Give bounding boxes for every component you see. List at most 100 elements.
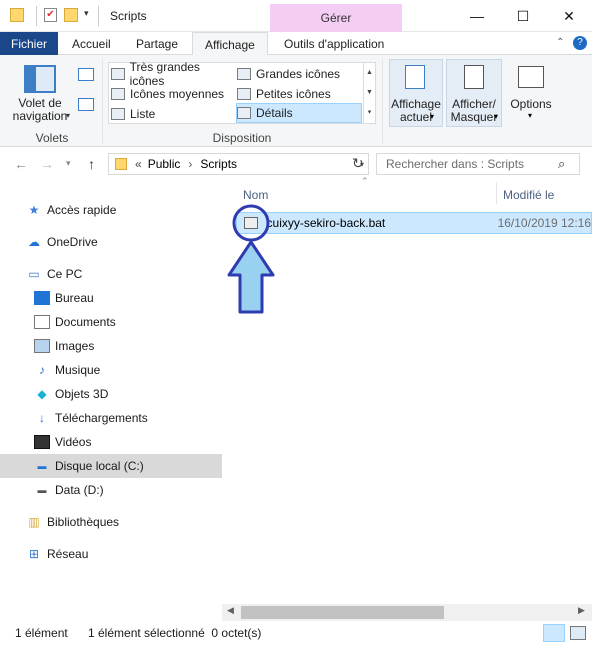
breadcrumb-scripts[interactable]: Scripts — [200, 157, 237, 171]
chevron-down-icon: ▾ — [528, 111, 533, 120]
images-icon — [34, 339, 50, 353]
sidebar-item-onedrive[interactable]: ☁ OneDrive — [0, 230, 222, 254]
cube-icon: ◆ — [37, 387, 47, 401]
folder-icon — [10, 8, 24, 22]
download-icon: ↓ — [39, 411, 45, 425]
table-row[interactable]: cuixyy-sekiro-back.bat 16/10/2019 12:16 — [236, 212, 592, 234]
star-icon: ★ — [28, 203, 40, 217]
ribbon: Volet de navigation ▾ Volets Très grande… — [0, 55, 592, 147]
file-name: cuixyy-sekiro-back.bat — [266, 216, 386, 230]
folder-icon — [115, 158, 127, 170]
sidebar-item-3d-objects[interactable]: ◆ Objets 3D — [0, 382, 222, 406]
close-button[interactable]: ✕ — [546, 0, 592, 32]
cloud-icon: ☁ — [28, 235, 40, 249]
new-folder-icon[interactable] — [64, 8, 78, 22]
maximize-button[interactable]: ☐ — [500, 0, 546, 32]
collapse-ribbon-icon[interactable]: ⌃ — [556, 37, 564, 48]
ribbon-tabs: Fichier Accueil Partage Affichage Outils… — [0, 32, 592, 56]
scrollbar-thumb[interactable] — [241, 606, 444, 619]
sidebar-item-this-pc[interactable]: ▭ Ce PC — [0, 262, 222, 286]
sidebar-item-network[interactable]: ⊞ Réseau — [0, 542, 222, 566]
layout-large-icons[interactable]: Grandes icônes — [237, 64, 361, 84]
details-view-icon[interactable] — [543, 624, 565, 642]
file-modified: 16/10/2019 12:16 — [497, 216, 591, 230]
recent-locations-icon[interactable]: ▾ — [66, 158, 71, 169]
sidebar-item-local-disk-c[interactable]: ▬ Disque local (C:) — [0, 454, 222, 478]
chevron-down-icon: ▾ — [430, 112, 435, 121]
music-icon: ♪ — [39, 363, 45, 377]
sidebar-item-bureau[interactable]: Bureau — [0, 286, 222, 310]
sidebar-item-data-d[interactable]: ▬ Data (D:) — [0, 478, 222, 502]
computer-icon: ▭ — [28, 267, 40, 281]
breadcrumb-overflow[interactable]: « — [135, 157, 142, 171]
panes-group-label: Volets — [35, 131, 69, 145]
layout-list[interactable]: Liste — [111, 104, 235, 124]
column-header-modified[interactable]: Modifié le — [503, 188, 554, 202]
layout-medium-icons[interactable]: Icônes moyennes — [111, 84, 235, 104]
tab-accueil[interactable]: Accueil — [60, 32, 123, 55]
back-icon[interactable]: ← — [14, 156, 28, 172]
tab-affichage[interactable]: Affichage — [192, 32, 268, 56]
navigation-pane: ★ Accès rapide ☁ OneDrive ▭ Ce PC Bureau Do… — [0, 182, 222, 622]
layout-group-label: Disposition — [212, 131, 272, 145]
sidebar-item-images[interactable]: Images — [0, 334, 222, 358]
divider — [36, 6, 37, 26]
selection-status: 1 élément sélectionné 0 octet(s) — [88, 626, 262, 640]
large-icons-view-icon[interactable] — [570, 626, 586, 640]
sidebar-item-libraries[interactable]: ▥ Bibliothèques — [0, 510, 222, 534]
help-icon[interactable]: ? — [573, 36, 587, 50]
search-icon[interactable]: ⌕ — [558, 156, 565, 172]
tab-outils-application[interactable]: Outils d'application — [272, 32, 396, 55]
preview-pane-icon[interactable] — [78, 68, 94, 81]
layout-small-icons[interactable]: Petites icônes — [237, 84, 361, 104]
chevron-down-icon: ▾ — [494, 112, 499, 121]
details-icon — [237, 107, 251, 119]
refresh-icon[interactable]: ↻ — [352, 155, 364, 172]
manage-tab-header[interactable]: Gérer — [270, 4, 402, 32]
sort-ascending-icon: ⌃ — [361, 176, 369, 186]
sidebar-item-videos[interactable]: Vidéos — [0, 430, 222, 454]
current-view-button[interactable]: Affichage actuel ▾ — [389, 59, 443, 127]
drive-icon: ▬ — [37, 461, 47, 471]
sidebar-item-documents[interactable]: Documents — [0, 310, 222, 334]
options-button[interactable]: Options ▾ — [506, 59, 556, 127]
properties-icon[interactable]: ✔ — [44, 8, 57, 22]
sidebar-item-musique[interactable]: ♪ Musique — [0, 358, 222, 382]
search-input[interactable]: Rechercher dans : Scripts — [376, 153, 580, 175]
tab-partage[interactable]: Partage — [124, 32, 190, 55]
title-bar: ✔ ▾ Scripts Gérer — ☐ ✕ — [0, 0, 592, 32]
show-hide-button[interactable]: Afficher/ Masquer ▾ — [446, 59, 502, 127]
breadcrumb-public[interactable]: Public — [148, 157, 181, 171]
layout-details[interactable]: Détails — [236, 103, 362, 123]
chevron-right-icon[interactable]: › — [188, 157, 192, 171]
navigation-pane-button[interactable]: Volet de navigation — [6, 97, 74, 123]
minimize-button[interactable]: — — [454, 0, 500, 32]
address-bar[interactable]: « Public › Scripts ▾ — [108, 153, 369, 175]
list-icon — [111, 108, 125, 120]
video-icon — [34, 435, 50, 449]
navigation-pane-icon — [24, 65, 56, 93]
large-icons-icon — [237, 68, 251, 80]
sidebar-item-quick-access[interactable]: ★ Accès rapide — [0, 198, 222, 222]
column-divider[interactable] — [496, 182, 497, 204]
tab-fichier[interactable]: Fichier — [0, 32, 58, 55]
details-pane-icon[interactable] — [78, 98, 94, 111]
forward-icon[interactable]: → — [40, 156, 54, 172]
layout-extra-large-icons[interactable]: Très grandes icônes — [111, 60, 235, 88]
layout-scroll[interactable]: ▲ ▼ ▾ — [363, 63, 375, 123]
quick-access-dropdown-icon[interactable]: ▾ — [84, 8, 89, 19]
scroll-right-icon[interactable]: ▶ — [578, 605, 585, 616]
show-hide-icon — [464, 65, 484, 89]
library-icon: ▥ — [28, 515, 40, 529]
window-title: Scripts — [110, 9, 147, 23]
scroll-left-icon[interactable]: ◀ — [227, 605, 234, 616]
medium-icons-icon — [111, 88, 125, 100]
sidebar-item-downloads[interactable]: ↓ Téléchargements — [0, 406, 222, 430]
chevron-down-icon[interactable]: ▾ — [66, 111, 70, 120]
current-view-icon — [405, 65, 425, 89]
extra-large-icons-icon — [111, 68, 125, 80]
options-icon — [518, 66, 544, 88]
highlight-circle — [232, 204, 270, 242]
up-icon[interactable]: ↑ — [88, 156, 95, 172]
divider — [102, 59, 103, 143]
